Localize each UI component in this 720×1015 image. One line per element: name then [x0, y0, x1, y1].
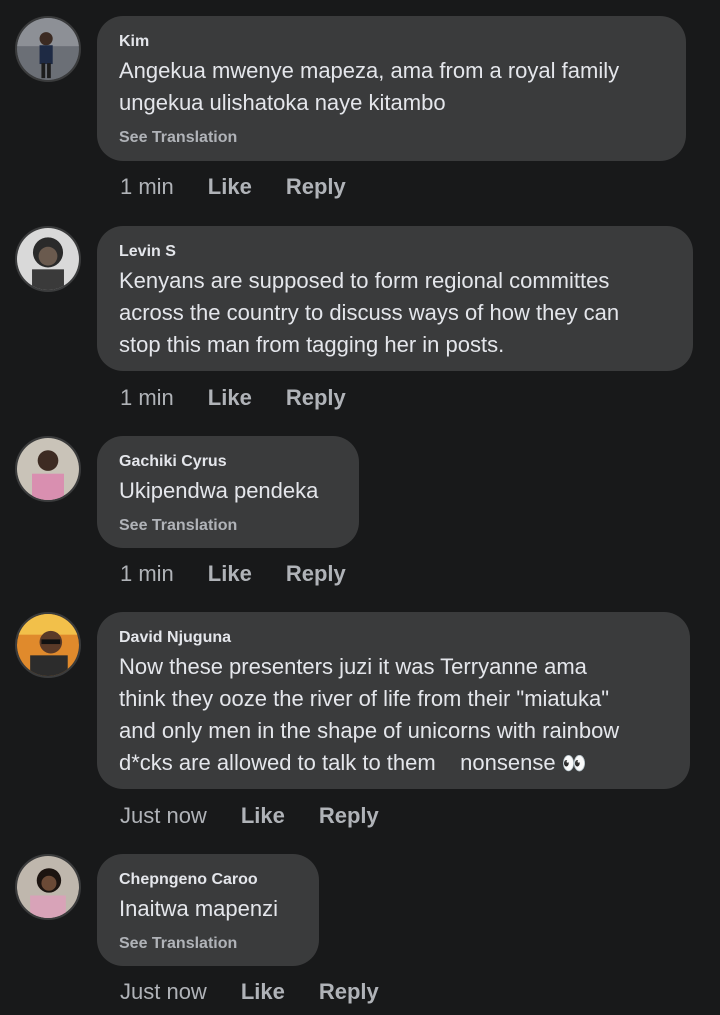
- comment-bubble: David Njuguna Now these presenters juzi …: [97, 612, 690, 789]
- comment-text: Kenyans are supposed to form regional co…: [119, 265, 671, 361]
- reply-button[interactable]: Reply: [286, 174, 346, 200]
- like-button[interactable]: Like: [208, 174, 252, 200]
- comment-text: Angekua mwenye mapeza, ama from a royal …: [119, 55, 664, 119]
- comment-text-line: Angekua mwenye mapeza, ama from a royal …: [119, 58, 620, 83]
- reply-button[interactable]: Reply: [319, 979, 379, 1005]
- comment-bubble: Levin S Kenyans are supposed to form reg…: [97, 226, 693, 371]
- comment-timestamp[interactable]: 1 min: [120, 561, 174, 587]
- avatar[interactable]: [15, 226, 81, 292]
- comment-actions: 1 min Like Reply: [120, 174, 380, 200]
- comment-text-line: and only men in the shape of unicorns wi…: [119, 718, 620, 743]
- eyes-emoji-icon: 👀: [561, 753, 587, 775]
- comment-bubble: Chepngeno Caroo Inaitwa mapenzi See Tran…: [97, 854, 319, 966]
- reply-button[interactable]: Reply: [319, 803, 379, 829]
- see-translation-link[interactable]: See Translation: [119, 515, 337, 537]
- see-translation-link[interactable]: See Translation: [119, 127, 664, 149]
- comment-author[interactable]: David Njuguna: [119, 627, 668, 649]
- comment-text-line: think they ooze the river of life from t…: [119, 686, 610, 711]
- comment-text-line: Inaitwa mapenzi: [119, 896, 278, 921]
- comment-text-line: Now these presenters juzi it was Terryan…: [119, 654, 587, 679]
- comment-timestamp[interactable]: 1 min: [120, 385, 174, 411]
- comment-timestamp[interactable]: 1 min: [120, 174, 174, 200]
- comment-text-line: ungekua ulishatoka naye kitambo: [119, 90, 446, 115]
- comment-author[interactable]: Levin S: [119, 241, 671, 263]
- comment-author[interactable]: Gachiki Cyrus: [119, 451, 337, 473]
- avatar[interactable]: [15, 854, 81, 920]
- comment-text-line: across the country to discuss ways of ho…: [119, 300, 620, 325]
- like-button[interactable]: Like: [241, 803, 285, 829]
- comment-text-line: Ukipendwa pendeka: [119, 478, 319, 503]
- comment-author[interactable]: Chepngeno Caroo: [119, 869, 297, 891]
- comment-text-line: d*cks are allowed to talk to them nonsen…: [119, 750, 556, 775]
- like-button[interactable]: Like: [208, 561, 252, 587]
- comment-actions: 1 min Like Reply: [120, 385, 380, 411]
- comment-text: Now these presenters juzi it was Terryan…: [119, 651, 668, 780]
- comment-bubble: Kim Angekua mwenye mapeza, ama from a ro…: [97, 16, 686, 161]
- see-translation-link[interactable]: See Translation: [119, 933, 297, 955]
- like-button[interactable]: Like: [208, 385, 252, 411]
- comment-bubble: Gachiki Cyrus Ukipendwa pendeka See Tran…: [97, 436, 359, 548]
- reply-button[interactable]: Reply: [286, 561, 346, 587]
- avatar[interactable]: [15, 612, 81, 678]
- comment-text: Inaitwa mapenzi: [119, 893, 297, 925]
- comment-timestamp[interactable]: Just now: [120, 979, 207, 1005]
- comment-text-line: stop this man from tagging her in posts.: [119, 332, 505, 357]
- comment-actions: Just now Like Reply: [120, 979, 413, 1005]
- comment-actions: 1 min Like Reply: [120, 561, 380, 587]
- avatar[interactable]: [15, 436, 81, 502]
- like-button[interactable]: Like: [241, 979, 285, 1005]
- comment-text: Ukipendwa pendeka: [119, 475, 337, 507]
- comment-timestamp[interactable]: Just now: [120, 803, 207, 829]
- comment-author[interactable]: Kim: [119, 31, 664, 53]
- avatar[interactable]: [15, 16, 81, 82]
- comment-text-line: Kenyans are supposed to form regional co…: [119, 268, 610, 293]
- comment-actions: Just now Like Reply: [120, 803, 413, 829]
- comment-text-line-wrap: d*cks are allowed to talk to them nonsen…: [119, 747, 668, 780]
- reply-button[interactable]: Reply: [286, 385, 346, 411]
